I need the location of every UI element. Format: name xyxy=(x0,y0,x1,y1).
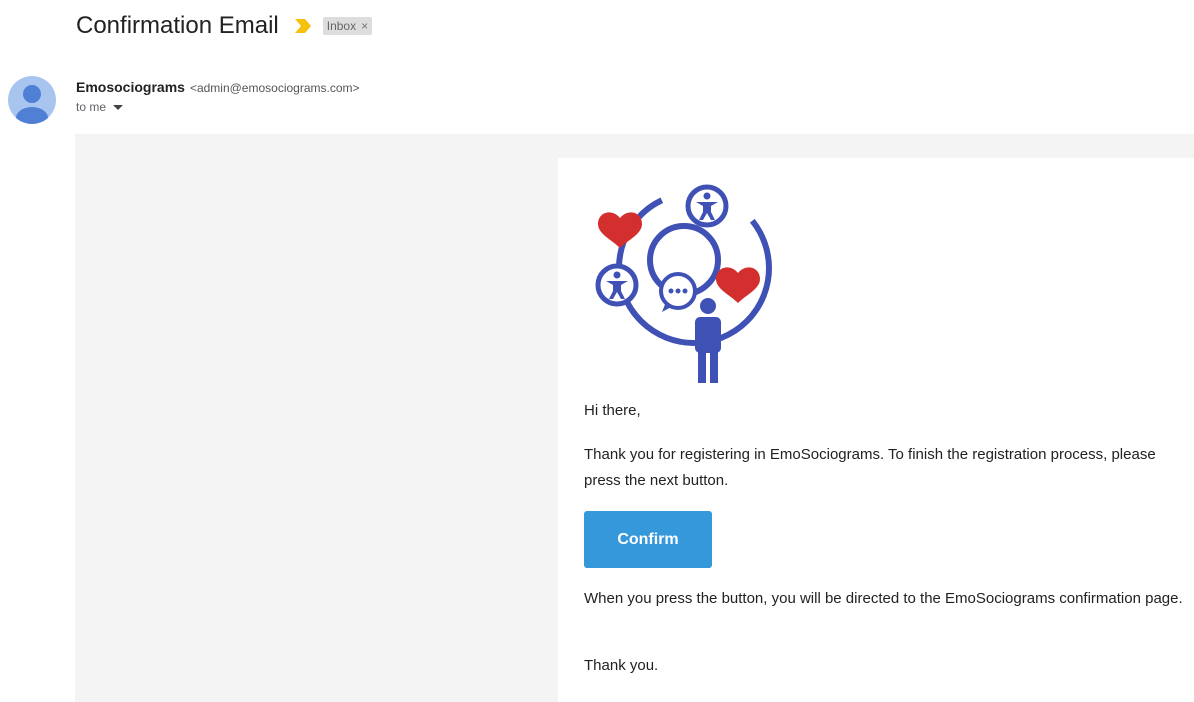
sender-block: Emosociograms <admin@emosociograms.com> … xyxy=(76,79,360,114)
email-view: Confirmation Email Inbox × Emosociograms… xyxy=(0,0,1194,702)
email-body-background: Hi there, Thank you for registering in E… xyxy=(75,134,1194,702)
sender-name[interactable]: Emosociograms xyxy=(76,79,185,95)
recipient-text: to me xyxy=(76,100,107,114)
email-content-card: Hi there, Thank you for registering in E… xyxy=(558,158,1194,702)
inbox-label-text: Inbox xyxy=(326,19,357,33)
remove-label-icon[interactable]: × xyxy=(361,19,368,33)
email-signoff: Thank you. xyxy=(584,657,659,674)
recipient-details-toggle[interactable]: to me xyxy=(76,100,360,114)
sender-email: <admin@emosociograms.com> xyxy=(189,81,360,95)
email-subject: Confirmation Email xyxy=(76,12,279,39)
sender-avatar[interactable] xyxy=(8,76,56,124)
emosociograms-logo xyxy=(595,184,772,383)
inbox-label-chip: Inbox × xyxy=(322,17,373,35)
person-avatar-icon xyxy=(16,85,48,124)
email-paragraph-registration: Thank you for registering in EmoSociogra… xyxy=(584,446,1156,489)
confirm-button[interactable]: Confirm xyxy=(584,511,712,568)
subject-row: Confirmation Email Inbox × xyxy=(76,9,373,43)
importance-marker-icon[interactable] xyxy=(294,19,311,33)
email-greeting: Hi there, xyxy=(584,402,641,419)
sender-line: Emosociograms <admin@emosociograms.com> xyxy=(76,79,360,95)
chevron-down-icon[interactable] xyxy=(113,104,124,110)
email-paragraph-redirect: When you press the button, you will be d… xyxy=(584,590,1183,607)
